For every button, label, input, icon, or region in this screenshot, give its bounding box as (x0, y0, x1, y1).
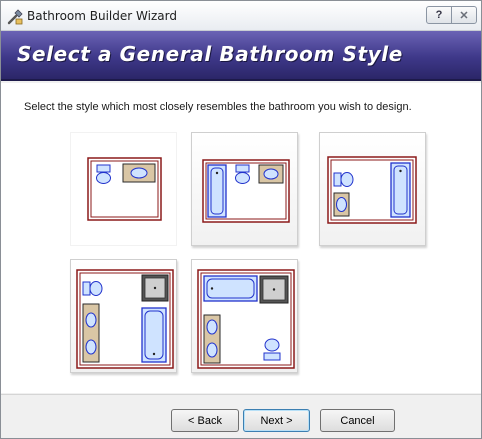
footer-separator (1, 394, 481, 395)
title-bar: Bathroom Builder Wizard ? ✕ (1, 1, 481, 31)
floorplan-5-drawing (197, 269, 295, 369)
cancel-button[interactable]: Cancel (320, 409, 395, 432)
help-button[interactable]: ? (426, 6, 452, 24)
instructions-text: Select the style which most closely rese… (24, 101, 412, 113)
help-icon: ? (435, 9, 443, 21)
back-button[interactable]: < Back (171, 409, 239, 432)
floorplan-3-drawing (327, 156, 417, 224)
style-option-2[interactable] (191, 132, 298, 246)
style-option-5[interactable] (191, 259, 298, 373)
next-button[interactable]: Next > (243, 409, 310, 432)
floorplan-1-drawing (87, 157, 162, 221)
wizard-window: Bathroom Builder Wizard ? ✕ Select a Gen… (0, 0, 482, 439)
style-option-1[interactable] (70, 132, 177, 246)
style-option-4[interactable] (70, 259, 177, 373)
wrench-house-icon (7, 9, 23, 25)
style-option-3[interactable] (319, 132, 426, 246)
close-button[interactable]: ✕ (451, 6, 477, 24)
window-title: Bathroom Builder Wizard (27, 9, 177, 23)
page-title: Select a General Bathroom Style (17, 42, 403, 66)
floorplan-2-drawing (202, 159, 290, 223)
floorplan-4-drawing (76, 269, 174, 369)
wizard-banner: Select a General Bathroom Style (1, 31, 481, 81)
close-icon: ✕ (459, 9, 469, 22)
